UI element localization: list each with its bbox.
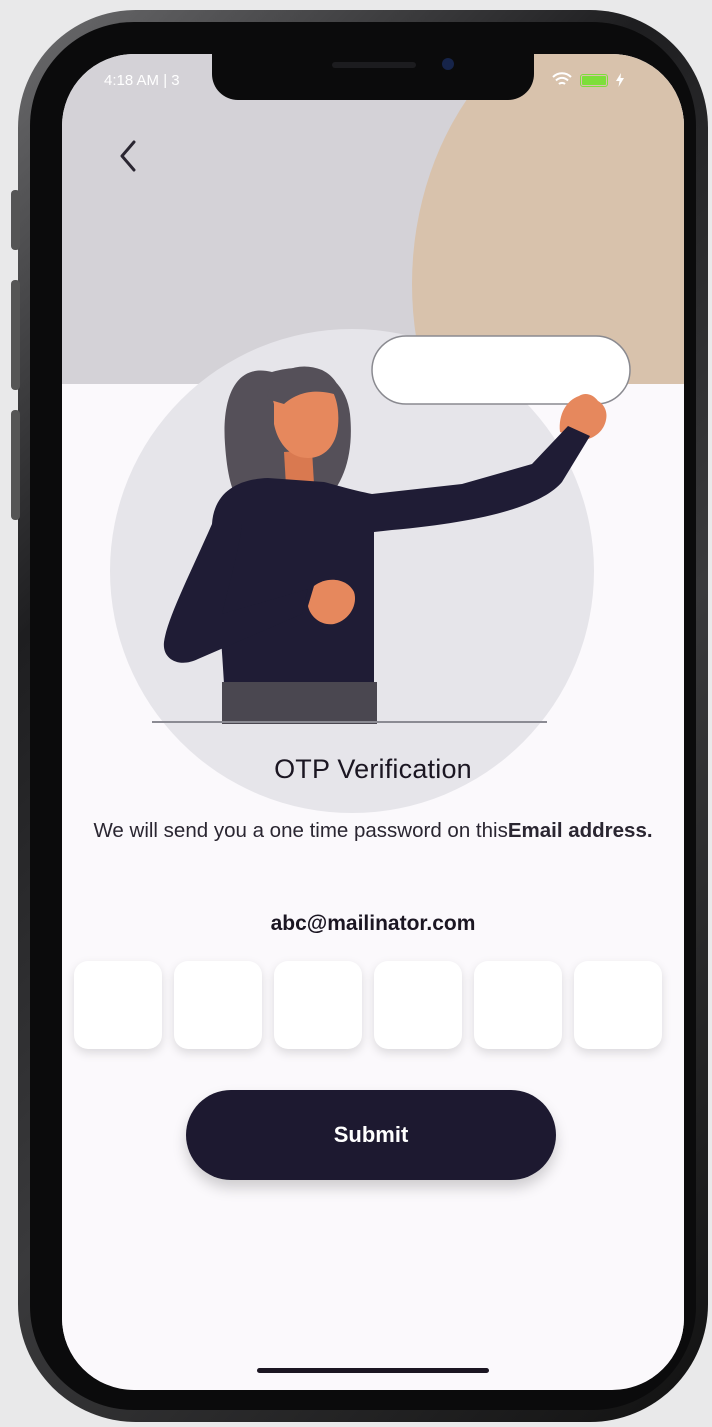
screen: 4:18 AM | 3 OTP Verification We will sen… bbox=[62, 54, 684, 1390]
wifi-icon bbox=[552, 72, 572, 85]
otp-digit-3[interactable] bbox=[274, 961, 362, 1049]
front-camera bbox=[442, 58, 454, 70]
otp-digit-4[interactable] bbox=[374, 961, 462, 1049]
volume-down-button bbox=[11, 410, 20, 520]
back-button[interactable] bbox=[110, 134, 150, 178]
silent-switch bbox=[11, 190, 20, 250]
charging-bolt-icon bbox=[616, 73, 624, 87]
description-text: We will send you a one time password on … bbox=[93, 819, 508, 842]
description-bold-text: Email address. bbox=[507, 819, 653, 842]
submit-button[interactable]: Submit bbox=[186, 1090, 556, 1180]
notch bbox=[212, 54, 534, 100]
status-icons bbox=[552, 72, 624, 88]
otp-digit-1[interactable] bbox=[74, 961, 162, 1049]
email-address: abc@mailinator.com bbox=[270, 912, 476, 935]
otp-digit-6[interactable] bbox=[574, 961, 662, 1049]
description: We will send you a one time password on … bbox=[92, 814, 654, 848]
status-bar: 4:18 AM | 3 bbox=[62, 54, 684, 108]
floor-line bbox=[152, 721, 547, 723]
battery-icon bbox=[580, 73, 608, 87]
speech-bubble bbox=[371, 335, 631, 405]
chevron-left-icon bbox=[120, 140, 136, 172]
status-time: 4:18 AM | 3 bbox=[104, 72, 180, 89]
pants bbox=[222, 682, 377, 724]
page-title: OTP Verification bbox=[274, 754, 472, 784]
speaker bbox=[332, 62, 416, 68]
volume-up-button bbox=[11, 280, 20, 390]
otp-input-group bbox=[74, 961, 674, 1049]
otp-digit-2[interactable] bbox=[174, 961, 262, 1049]
home-indicator[interactable] bbox=[257, 1368, 489, 1373]
otp-digit-5[interactable] bbox=[474, 961, 562, 1049]
woman-pointing-illustration bbox=[163, 335, 631, 724]
